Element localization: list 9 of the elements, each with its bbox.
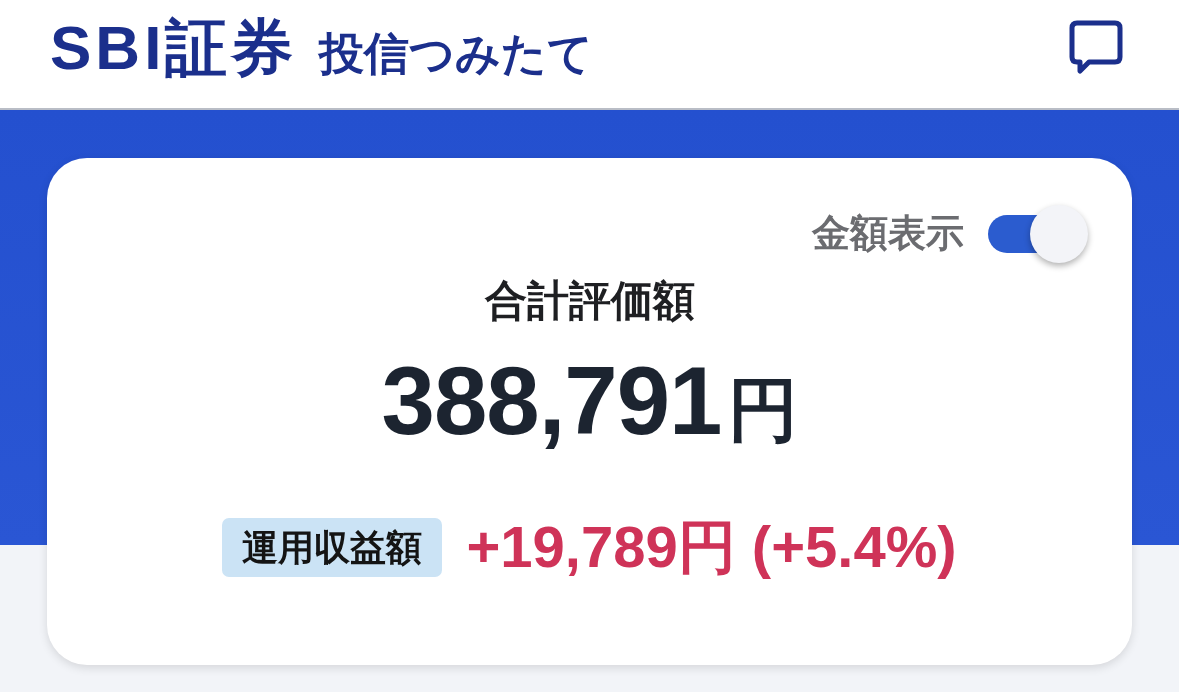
toggle-label: 金額表示 [812, 211, 964, 257]
total-label: 合計評価額 [484, 276, 695, 326]
currency-unit: 円 [727, 372, 798, 450]
profit-amount: +19,789円 (+5.4%) [466, 514, 957, 581]
speech-bubble-icon[interactable] [1069, 20, 1123, 74]
total-amount: 388,791 [381, 348, 722, 454]
service-title: 投信つみたて [319, 31, 594, 76]
brand-logo: SBI証券 [50, 17, 298, 79]
profit-label-badge: 運用収益額 [222, 517, 443, 577]
